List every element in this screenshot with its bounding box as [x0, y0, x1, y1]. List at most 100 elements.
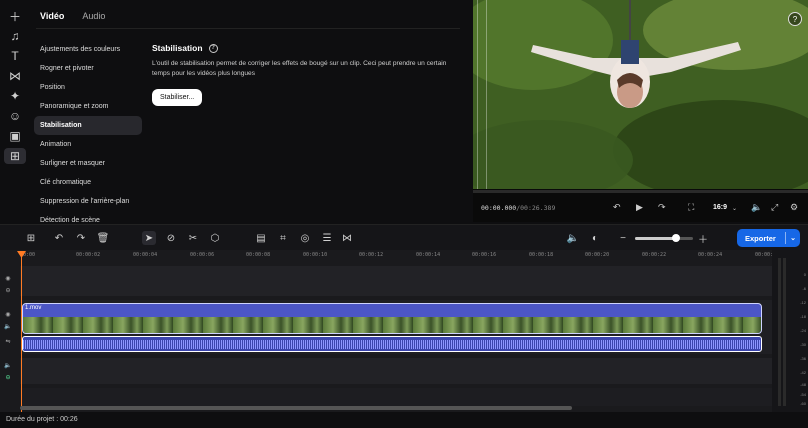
- preview-progress[interactable]: [473, 190, 808, 193]
- menu-item-crop[interactable]: Rogner et pivoter: [34, 59, 142, 78]
- property-menu: Ajustements des couleurs Rogner et pivot…: [34, 40, 142, 222]
- meter-label: 0: [803, 272, 806, 277]
- sticker-icon[interactable]: ☺: [4, 108, 26, 124]
- panel-tabs: Vidéo Audio: [40, 11, 105, 21]
- menu-item-scene[interactable]: Détection de scène: [34, 211, 142, 222]
- undo-icon[interactable]: ↶: [52, 231, 66, 245]
- settings-icon[interactable]: ⚙: [790, 202, 798, 213]
- audio-clip[interactable]: [22, 336, 762, 352]
- adjust-icon[interactable]: ☰: [320, 231, 334, 245]
- total-time: /00:26.389: [516, 204, 556, 212]
- tab-video[interactable]: Vidéo: [40, 11, 64, 21]
- tab-divider: [36, 28, 460, 29]
- export-button[interactable]: Exporter ⌄: [737, 229, 800, 247]
- menu-item-stabilisation[interactable]: Stabilisation: [34, 116, 142, 135]
- ruler-label: 00:00:24: [698, 252, 723, 258]
- zoom-out-icon[interactable]: −: [616, 231, 630, 245]
- meter-label: -18: [800, 314, 806, 319]
- music-icon[interactable]: ♫: [4, 28, 26, 44]
- link-icon[interactable]: ⋈: [340, 231, 354, 245]
- redo-preview-icon[interactable]: ↷: [658, 202, 666, 213]
- speed-icon[interactable]: ◎: [298, 231, 312, 245]
- export-chevron-icon[interactable]: ⌄: [786, 234, 800, 242]
- ruler-label: 00:00:10: [303, 252, 328, 258]
- apps-icon[interactable]: ⊞: [4, 148, 26, 164]
- detail-description: L'outil de stabilisation permet de corri…: [152, 60, 447, 77]
- meter-label: -6: [802, 286, 806, 291]
- timeline-toolbar: ⊞ ↶ ↷ 🗑 ➤ ⊘ ✂ ⬡ ▤ ⌗ ◎ ☰ ⋈ 🔈 ◐ − ＋: [0, 224, 808, 250]
- ruler-label: 00:00:18: [529, 252, 554, 258]
- zoom-slider-handle[interactable]: [672, 234, 680, 242]
- cut-icon[interactable]: ✂: [186, 231, 200, 245]
- meter-label: -36: [800, 356, 806, 361]
- left-toolbar: ＋ ♫ T ⋈ ✦ ☺ ▣ ⊞: [0, 0, 30, 222]
- crop-icon[interactable]: ⌗: [276, 231, 290, 245]
- effects-icon[interactable]: ✦: [4, 88, 26, 104]
- text-icon[interactable]: T: [4, 48, 26, 64]
- track-volume-icon[interactable]: 🔈: [0, 323, 16, 330]
- add-track-icon[interactable]: ⊞: [24, 231, 38, 245]
- ruler-label: 00:00:16: [472, 252, 497, 258]
- menu-item-color[interactable]: Ajustements des couleurs: [34, 40, 142, 59]
- menu-item-chroma[interactable]: Clé chromatique: [34, 173, 142, 192]
- menu-item-animation[interactable]: Animation: [34, 135, 142, 154]
- detail-pane: Stabilisation ? L'outil de stabilisation…: [152, 43, 462, 106]
- track-lock-icon[interactable]: ⊖: [0, 287, 16, 294]
- track-eye-icon[interactable]: ◉: [0, 275, 16, 282]
- video-clip[interactable]: 1.mov: [22, 303, 762, 334]
- track-audio-lock-icon[interactable]: ⊖: [0, 374, 16, 381]
- ruler-label: 00:00:14: [416, 252, 441, 258]
- export-label: Exporter: [745, 233, 776, 243]
- playhead[interactable]: [21, 252, 22, 412]
- empty-track-bottom[interactable]: [20, 388, 772, 406]
- menu-item-position[interactable]: Position: [34, 78, 142, 97]
- select-tool-icon[interactable]: ➤: [142, 231, 156, 245]
- template-icon[interactable]: ▣: [4, 128, 26, 144]
- redo-icon[interactable]: ↷: [74, 231, 88, 245]
- preview-frame[interactable]: ?: [473, 0, 808, 189]
- chevron-down-icon[interactable]: ⌄: [732, 205, 737, 212]
- tab-audio[interactable]: Audio: [82, 11, 105, 21]
- menu-item-panzoom[interactable]: Panoramique et zoom: [34, 97, 142, 116]
- help-icon[interactable]: ?: [208, 43, 218, 53]
- mask-icon[interactable]: ⬡: [208, 231, 222, 245]
- meter-label: -30: [800, 342, 806, 347]
- meter-label: -60: [800, 401, 806, 406]
- menu-item-bg-removal[interactable]: Suppression de l'arrière-plan: [34, 192, 142, 211]
- menu-item-highlight[interactable]: Surligner et masquer: [34, 154, 142, 173]
- undo-preview-icon[interactable]: ↶: [613, 202, 621, 213]
- delete-icon[interactable]: 🗑: [96, 231, 110, 245]
- app-window: ＋ ♫ T ⋈ ✦ ☺ ▣ ⊞ Vidéo Audio Ajustements …: [0, 0, 808, 428]
- play-icon[interactable]: ▶: [636, 202, 643, 213]
- ruler-label: 00:00:22: [642, 252, 667, 258]
- preview-help-icon[interactable]: ?: [788, 12, 802, 26]
- aspect-ratio-select[interactable]: 16:9: [713, 204, 727, 211]
- caption-icon[interactable]: ▤: [254, 231, 268, 245]
- plus-icon[interactable]: ＋: [4, 8, 26, 24]
- zoom-slider[interactable]: [635, 234, 693, 242]
- expand-icon[interactable]: ⤢: [771, 202, 778, 213]
- empty-track[interactable]: [20, 266, 772, 296]
- time-ruler[interactable]: 00:00 00:00:02 00:00:04 00:00:06 00:00:0…: [20, 250, 779, 264]
- fullscreen-preview-icon[interactable]: ⛶: [688, 202, 694, 213]
- snap-icon[interactable]: ◐: [588, 231, 602, 245]
- track-audio-icon[interactable]: 🔈: [0, 362, 16, 369]
- track-eye-icon[interactable]: ◉: [0, 311, 16, 318]
- project-duration: Durée du projet : 00:26: [6, 416, 78, 423]
- preview-image: [473, 0, 808, 189]
- meter-label: -54: [800, 392, 806, 397]
- zoom-in-icon[interactable]: ＋: [696, 231, 710, 246]
- status-bar: Durée du projet : 00:26: [0, 412, 808, 428]
- track-split-icon[interactable]: ⇋: [0, 338, 16, 345]
- ruler-label: 00:00:02: [76, 252, 101, 258]
- audio-icon[interactable]: 🔈: [566, 231, 580, 245]
- timeline-scrollbar[interactable]: [20, 406, 572, 410]
- volume-icon[interactable]: 🔈: [751, 202, 762, 213]
- razor-tool-icon[interactable]: ⊘: [164, 231, 178, 245]
- transition-icon[interactable]: ⋈: [4, 68, 26, 84]
- properties-panel: Vidéo Audio Ajustements des couleurs Rog…: [30, 0, 472, 222]
- frame-strip: [477, 0, 487, 189]
- meter-label: -48: [800, 382, 806, 387]
- stabilize-button[interactable]: Stabiliser...: [152, 89, 203, 106]
- audio-track[interactable]: [20, 358, 772, 384]
